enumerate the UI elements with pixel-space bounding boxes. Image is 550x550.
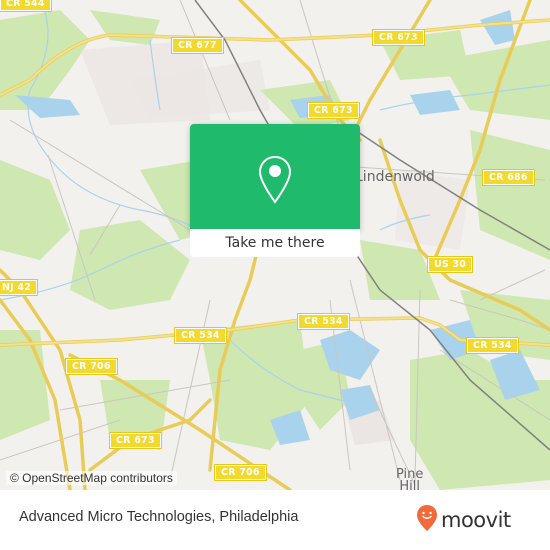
map-attribution[interactable]: © OpenStreetMap contributors: [6, 471, 177, 485]
road-label-cr-673: CR 673: [308, 103, 359, 118]
map-canvas[interactable]: CR 544 CR 677 CR 673 CR 673 CR 686 US 30…: [0, 0, 550, 490]
place-label-pine-hill: Pine Hill: [396, 467, 424, 490]
road-label-cr-686: CR 686: [483, 170, 534, 185]
footer-bar: Advanced Micro Technologies, Philadelphi…: [0, 490, 550, 550]
moovit-logo[interactable]: moovit: [416, 504, 511, 536]
road-label-cr-673: CR 673: [373, 30, 424, 45]
road-label-cr-534: CR 534: [467, 338, 518, 353]
popup-pointer: [268, 232, 284, 240]
place-label-lindenwold: Lindenwold: [355, 169, 435, 185]
road-label-cr-673: CR 673: [110, 433, 161, 448]
road-label-cr-706: CR 706: [215, 465, 266, 480]
road-label-cr-706: CR 706: [66, 359, 117, 374]
moovit-wordmark: moovit: [441, 508, 511, 532]
road-label-us-30: US 30: [428, 257, 473, 272]
road-label-nj-42: NJ 42: [0, 280, 38, 295]
road-label-cr-677: CR 677: [172, 38, 223, 53]
popup-header: [190, 124, 360, 229]
road-label-cr-534: CR 534: [298, 314, 349, 329]
road-label-cr-534: CR 534: [175, 328, 226, 343]
location-title: Advanced Micro Technologies, Philadelphi…: [19, 509, 299, 525]
moovit-pin-icon: [416, 504, 438, 536]
location-popup: Take me there: [190, 124, 360, 257]
road-label-cr-544: CR 544: [0, 0, 51, 11]
